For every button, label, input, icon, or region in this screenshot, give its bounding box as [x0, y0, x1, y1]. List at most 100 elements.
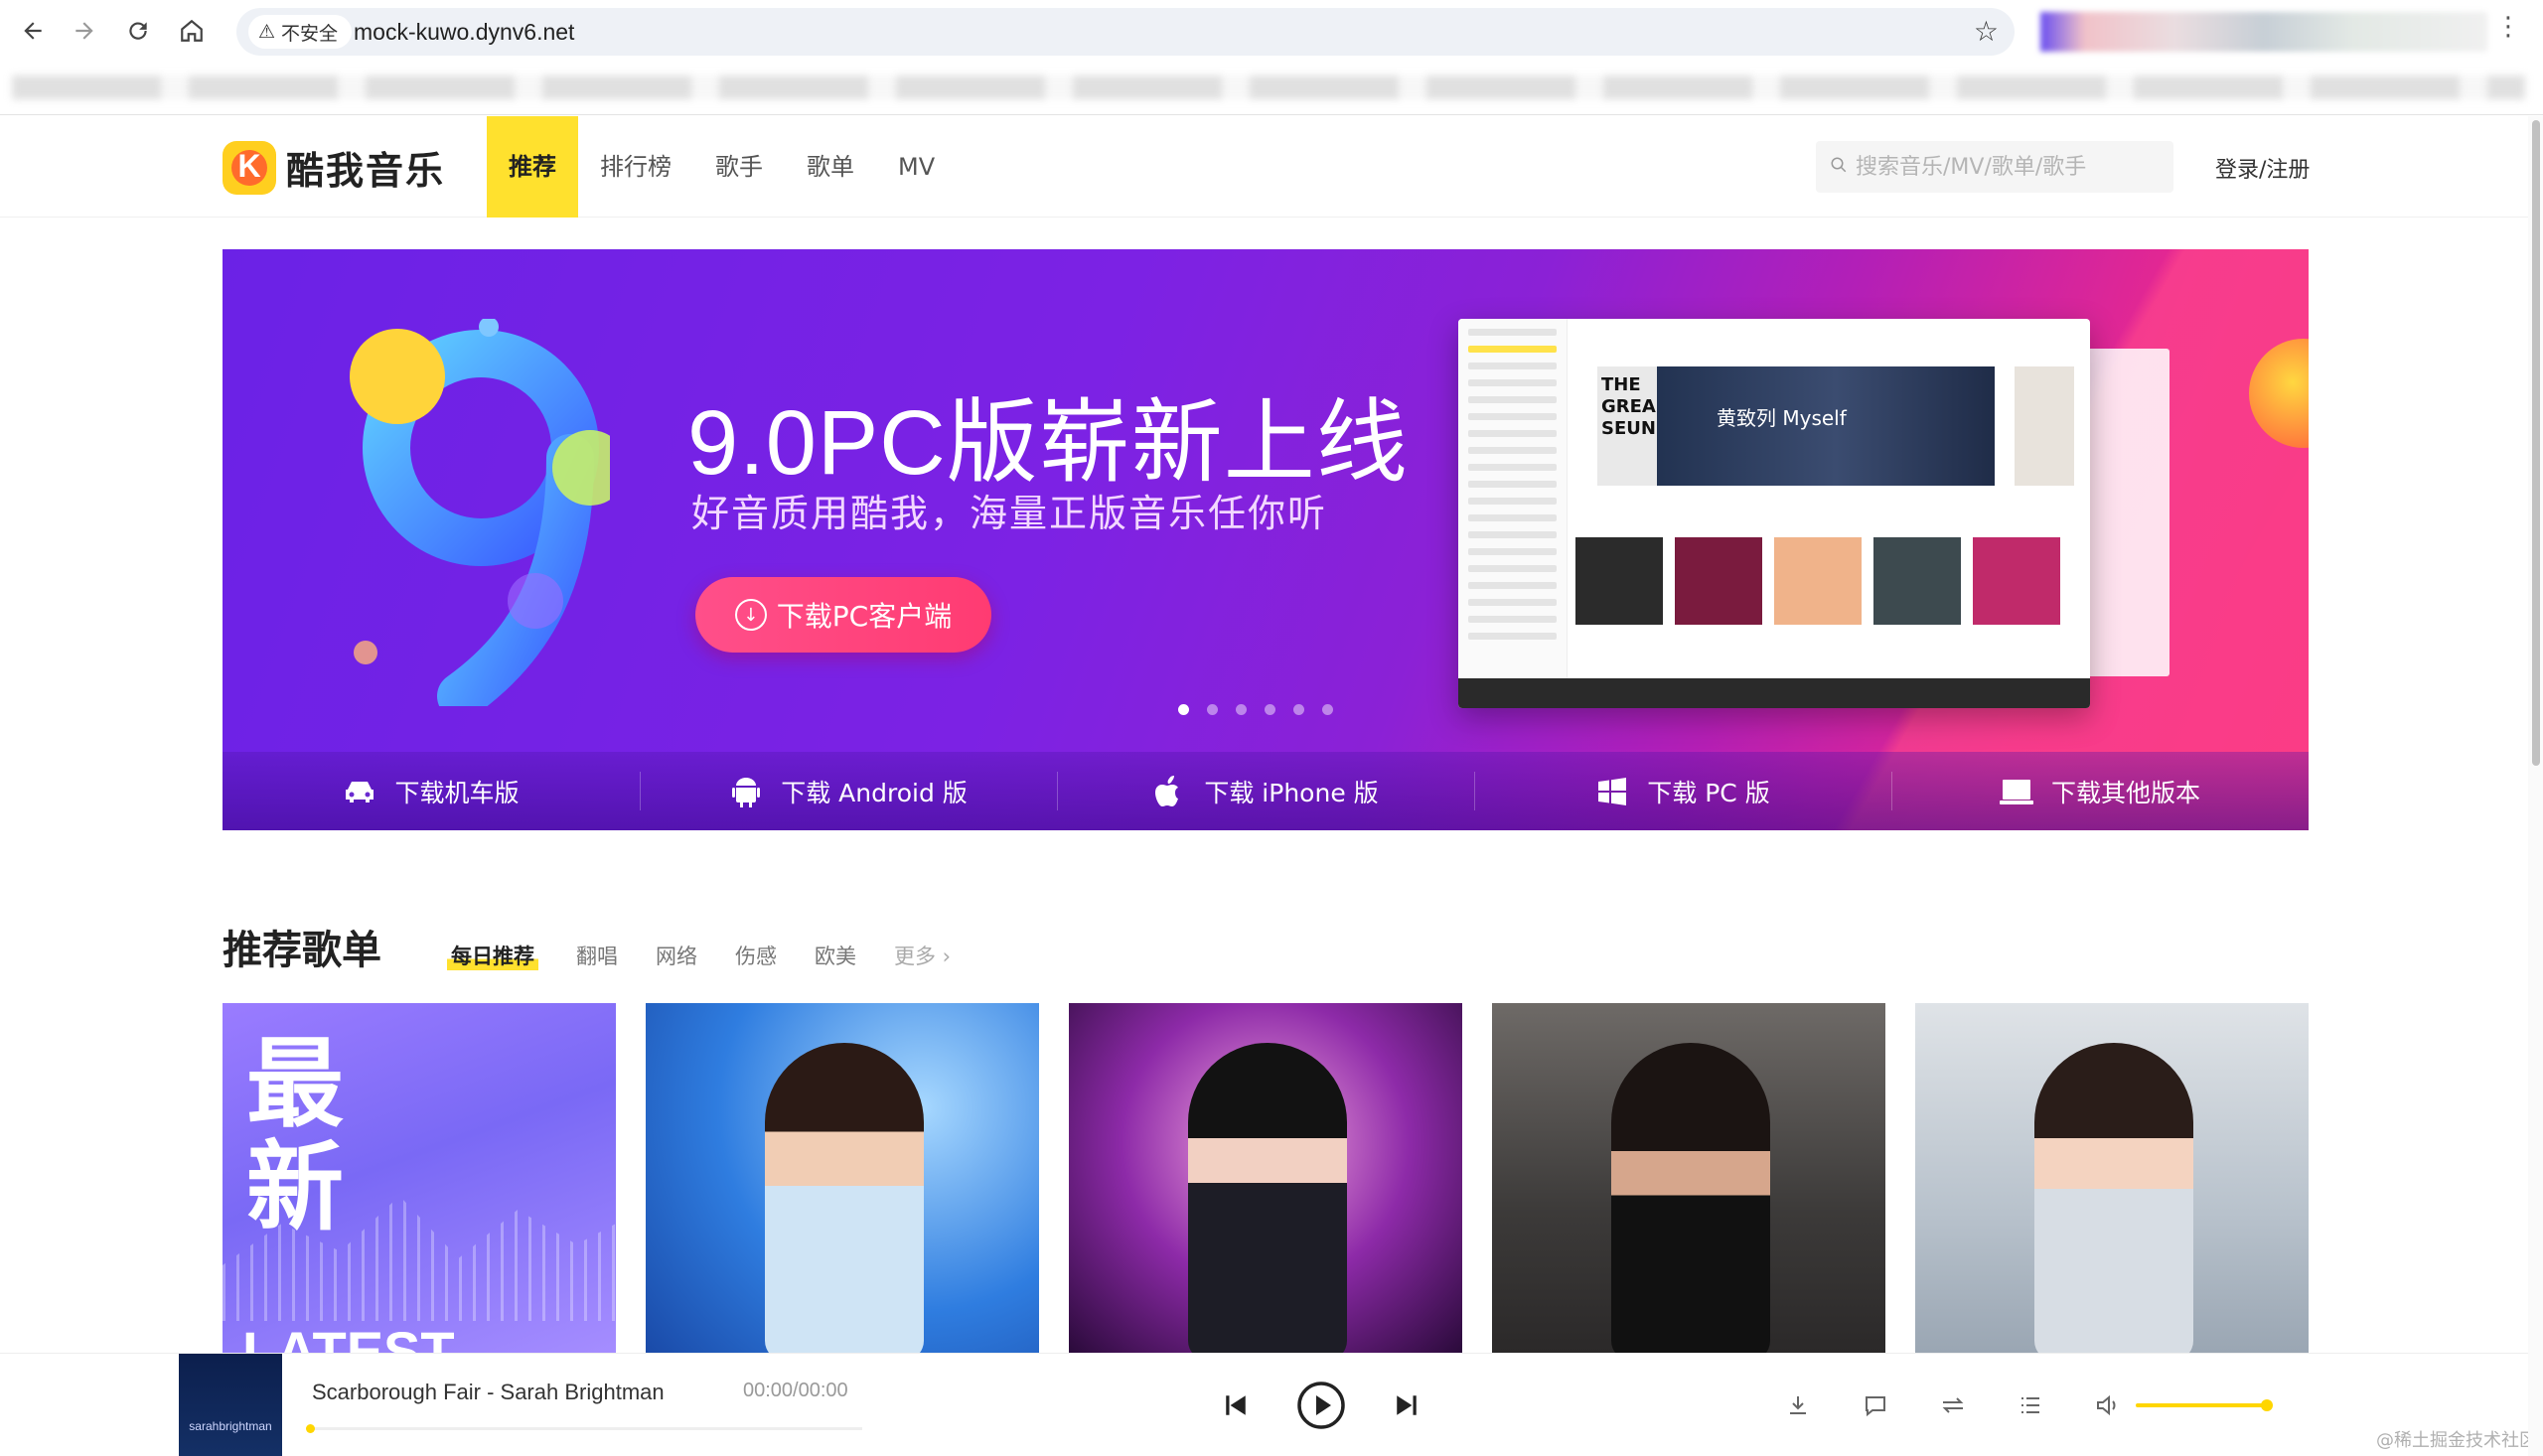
search-input[interactable]: [1856, 154, 2154, 180]
download-android-version[interactable]: 下载 Android 版: [640, 752, 1057, 830]
page-scrollbar[interactable]: [2528, 116, 2543, 1456]
playlist-cards: 最新 LATEST: [223, 1003, 2309, 1353]
progress-handle[interactable]: [306, 1424, 315, 1433]
search-icon: [1830, 155, 1848, 180]
more-link[interactable]: 更多: [894, 941, 951, 970]
section-title: 推荐歌单: [223, 928, 381, 973]
nav-recommend[interactable]: 推荐: [487, 116, 578, 218]
carousel-dot[interactable]: [1322, 704, 1333, 715]
login-link[interactable]: 登录/注册: [2215, 152, 2310, 184]
volume-icon[interactable]: [2090, 1387, 2126, 1423]
singer-photo: [2034, 1043, 2193, 1353]
player-bar: sarahbrightman Scarborough Fair - Sarah …: [0, 1353, 2528, 1456]
nav-playlists[interactable]: 歌单: [785, 116, 876, 218]
mockup-right-card: [2015, 366, 2074, 486]
carousel-dot[interactable]: [1178, 704, 1189, 715]
bookmark-star-icon[interactable]: ☆: [1974, 8, 1999, 56]
nav-charts[interactable]: 排行榜: [578, 116, 693, 218]
main-nav: 推荐 排行榜 歌手 歌单 MV: [487, 116, 957, 218]
security-label: 不安全: [281, 23, 339, 45]
download-car-label: 下载机车版: [394, 778, 520, 807]
album-cover[interactable]: sarahbrightman: [179, 1354, 282, 1456]
download-iphone-version[interactable]: 下载 iPhone 版: [1057, 752, 1474, 830]
tab-western[interactable]: 欧美: [815, 941, 856, 970]
nine-graphic: [350, 319, 610, 706]
back-icon[interactable]: [14, 12, 52, 50]
download-car-version[interactable]: 下载机车版: [223, 752, 640, 830]
singer-photo: [1611, 1043, 1770, 1353]
tab-daily[interactable]: 每日推荐: [447, 941, 538, 970]
download-track-icon[interactable]: [1780, 1387, 1816, 1423]
mockup-hero: THE GREA SEUN 黄致列 Myself: [1597, 366, 1995, 486]
card-big-text: 最新: [246, 1028, 345, 1244]
download-iphone-label: 下载 iPhone 版: [1204, 778, 1379, 807]
reload-icon[interactable]: [119, 12, 157, 50]
track-time: 00:00/00:00: [743, 1380, 848, 1401]
windows-icon: [1595, 775, 1629, 808]
download-pc-client-label: 下载PC客户端: [776, 600, 953, 633]
extensions-area: [2040, 12, 2487, 52]
app-mockup: THE GREA SEUN 黄致列 Myself: [1458, 319, 2090, 708]
browser-toolbar: ⚠ 不安全 mock-kuwo.dynv6.net ☆ ⋮: [0, 0, 2543, 62]
download-other-version[interactable]: 下载其他版本: [1891, 752, 2309, 830]
progress-bar[interactable]: [306, 1424, 862, 1433]
download-pc-version[interactable]: 下载 PC 版: [1474, 752, 1891, 830]
scrollbar-thumb[interactable]: [2532, 120, 2540, 766]
playlist-queue-icon[interactable]: [2013, 1387, 2048, 1423]
track-title: Scarborough Fair - Sarah Brightman: [312, 1380, 665, 1404]
download-android-label: 下载 Android 版: [781, 778, 968, 807]
download-pc-client-button[interactable]: ↓ 下载PC客户端: [695, 577, 991, 653]
mockup-hero-text: 黄致列 Myself: [1717, 406, 1847, 430]
bookmarks-bar: [0, 62, 2543, 115]
tab-internet[interactable]: 网络: [656, 941, 697, 970]
repeat-icon[interactable]: [1935, 1387, 1971, 1423]
card-caption: LATEST: [242, 1320, 455, 1353]
carousel-dot[interactable]: [1265, 704, 1275, 715]
forward-icon[interactable]: [66, 12, 103, 50]
playlist-card[interactable]: 最新 LATEST: [223, 1003, 616, 1353]
volume-slider[interactable]: [2136, 1399, 2273, 1411]
playlist-card[interactable]: [1492, 1003, 1885, 1353]
tab-sad[interactable]: 伤感: [735, 941, 777, 970]
playlist-tabs: 每日推荐 翻唱 网络 伤感 欧美 更多: [447, 941, 951, 970]
url-text[interactable]: mock-kuwo.dynv6.net: [354, 8, 574, 56]
banner-title: 9.0PC版崭新上线: [687, 392, 1409, 494]
download-other-label: 下载其他版本: [2050, 778, 2200, 807]
singer-photo: [1188, 1043, 1347, 1353]
mockup-hero-side: THE GREA SEUN: [1597, 366, 1657, 486]
android-icon: [729, 775, 763, 808]
playlist-card[interactable]: [1915, 1003, 2309, 1353]
car-icon: [343, 775, 376, 808]
hero-banner[interactable]: 9.0PC版崭新上线 好音质用酷我，海量正版音乐任你听 ↓ 下载PC客户端 TH…: [223, 249, 2309, 830]
singer-photo: [765, 1043, 924, 1353]
banner-subtitle: 好音质用酷我，海量正版音乐任你听: [691, 492, 1328, 535]
playlist-card[interactable]: [1069, 1003, 1462, 1353]
nav-artists[interactable]: 歌手: [693, 116, 785, 218]
carousel-dot[interactable]: [1293, 704, 1304, 715]
mockup-thumbs: [1575, 537, 2060, 625]
album-text: sarahbrightman: [189, 1419, 272, 1433]
security-chip[interactable]: ⚠ 不安全: [248, 15, 353, 49]
search-box: [1816, 141, 2173, 193]
warning-icon: ⚠: [258, 21, 276, 43]
site-header: K 酷我音乐 推荐 排行榜 歌手 歌单 MV 登录/注册: [0, 116, 2528, 218]
home-icon[interactable]: [173, 12, 211, 50]
play-icon[interactable]: [1295, 1380, 1347, 1431]
playlist-card[interactable]: [646, 1003, 1039, 1353]
download-bar: 下载机车版 下载 Android 版 下载 iPhone 版 下载 PC 版 下…: [223, 752, 2309, 830]
kuwo-logo-icon: K: [223, 140, 276, 195]
site-logo[interactable]: K 酷我音乐: [223, 140, 445, 195]
address-bar[interactable]: ⚠ 不安全 mock-kuwo.dynv6.net ☆: [236, 8, 2015, 56]
next-track-icon[interactable]: [1389, 1383, 1424, 1427]
download-pc-label: 下载 PC 版: [1647, 778, 1770, 807]
logo-text: 酷我音乐: [286, 149, 446, 193]
volume-handle[interactable]: [2261, 1399, 2273, 1411]
carousel-dot[interactable]: [1236, 704, 1247, 715]
carousel-dots: [1178, 704, 1333, 715]
previous-track-icon[interactable]: [1218, 1383, 1254, 1427]
browser-menu-icon[interactable]: ⋮: [2495, 14, 2521, 40]
comment-icon[interactable]: [1858, 1387, 1893, 1423]
carousel-dot[interactable]: [1207, 704, 1218, 715]
nav-mv[interactable]: MV: [876, 116, 957, 218]
tab-cover[interactable]: 翻唱: [576, 941, 618, 970]
